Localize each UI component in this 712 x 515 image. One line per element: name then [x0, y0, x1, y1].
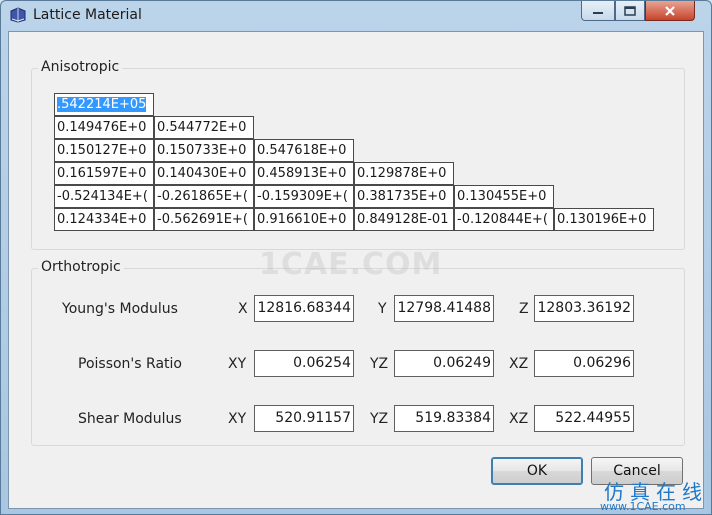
youngs-x-field[interactable]: 12816.68344 — [254, 295, 354, 322]
youngs-z-axis-label: Z — [519, 301, 529, 317]
maximize-button[interactable] — [615, 1, 645, 21]
matrix-cell-3-2[interactable]: 0.150733E+0 — [154, 139, 254, 162]
matrix-cell-6-2[interactable]: -0.562691E+( — [154, 208, 254, 231]
matrix-cell-2-2[interactable]: 0.544772E+0 — [154, 116, 254, 139]
matrix-cell-6-3[interactable]: 0.916610E+0 — [254, 208, 354, 231]
shear-xz-field[interactable]: 522.44955 — [534, 405, 634, 432]
matrix-cell-6-6[interactable]: 0.130196E+0 — [554, 208, 654, 231]
poissons-ratio-label: Poisson's Ratio — [78, 356, 182, 372]
youngs-modulus-label: Young's Modulus — [62, 301, 178, 317]
shear-modulus-label: Shear Modulus — [78, 411, 182, 427]
site-logo-url: www.1CAE.com — [600, 500, 686, 513]
youngs-y-axis-label: Y — [378, 301, 387, 317]
book-icon — [10, 7, 26, 23]
poisson-xy-field[interactable]: 0.06254 — [254, 350, 354, 377]
youngs-y-field[interactable]: 12798.41488 — [394, 295, 494, 322]
matrix-cell-5-3[interactable]: -0.159309E+( — [254, 185, 354, 208]
site-logo: 仿真在线 www.1CAE.com — [596, 476, 712, 515]
poisson-yz-axis-label: YZ — [370, 356, 389, 372]
watermark-text: 1CAE.COM — [259, 247, 443, 282]
matrix-cell-4-4[interactable]: 0.129878E+0 — [354, 162, 454, 185]
minimize-button[interactable] — [581, 1, 615, 21]
title-bar[interactable]: Lattice Material — [1, 1, 711, 31]
minimize-icon — [593, 11, 603, 14]
matrix-cell-6-4[interactable]: 0.849128E-01 — [354, 208, 454, 231]
close-icon — [665, 5, 675, 16]
matrix-cell-4-1[interactable]: 0.161597E+0 — [54, 162, 154, 185]
poisson-yz-field[interactable]: 0.06249 — [394, 350, 494, 377]
shear-xy-axis-label: XY — [228, 411, 247, 427]
window-title: Lattice Material — [33, 7, 142, 23]
poisson-xz-field[interactable]: 0.06296 — [534, 350, 634, 377]
shear-yz-axis-label: YZ — [370, 411, 389, 427]
youngs-z-field[interactable]: 12803.36192 — [534, 295, 634, 322]
matrix-cell-2-1[interactable]: 0.149476E+0 — [54, 116, 154, 139]
anisotropic-group-label: Anisotropic — [38, 59, 123, 75]
matrix-cell-5-5[interactable]: 0.130455E+0 — [454, 185, 554, 208]
matrix-cell-3-3[interactable]: 0.547618E+0 — [254, 139, 354, 162]
matrix-cell-1-1[interactable]: .542214E+05 — [54, 93, 154, 116]
dialog-window: Lattice Material Anisotropic .542214E+05… — [0, 0, 712, 515]
matrix-cell-5-4[interactable]: 0.381735E+0 — [354, 185, 454, 208]
matrix-cell-5-1[interactable]: -0.524134E+( — [54, 185, 154, 208]
matrix-cell-3-1[interactable]: 0.150127E+0 — [54, 139, 154, 162]
close-button[interactable] — [645, 1, 695, 21]
matrix-cell-6-5[interactable]: -0.120844E+( — [454, 208, 554, 231]
matrix-cell-5-2[interactable]: -0.261865E+( — [154, 185, 254, 208]
shear-yz-field[interactable]: 519.83384 — [394, 405, 494, 432]
poisson-xz-axis-label: XZ — [509, 356, 529, 372]
ok-button[interactable]: OK — [491, 457, 583, 485]
shear-xz-axis-label: XZ — [509, 411, 529, 427]
youngs-x-axis-label: X — [238, 301, 248, 317]
matrix-cell-4-2[interactable]: 0.140430E+0 — [154, 162, 254, 185]
matrix-cell-6-1[interactable]: 0.124334E+0 — [54, 208, 154, 231]
matrix-cell-4-3[interactable]: 0.458913E+0 — [254, 162, 354, 185]
orthotropic-group-label: Orthotropic — [38, 259, 124, 275]
poisson-xy-axis-label: XY — [228, 356, 247, 372]
shear-xy-field[interactable]: 520.91157 — [254, 405, 354, 432]
maximize-icon — [624, 5, 636, 16]
